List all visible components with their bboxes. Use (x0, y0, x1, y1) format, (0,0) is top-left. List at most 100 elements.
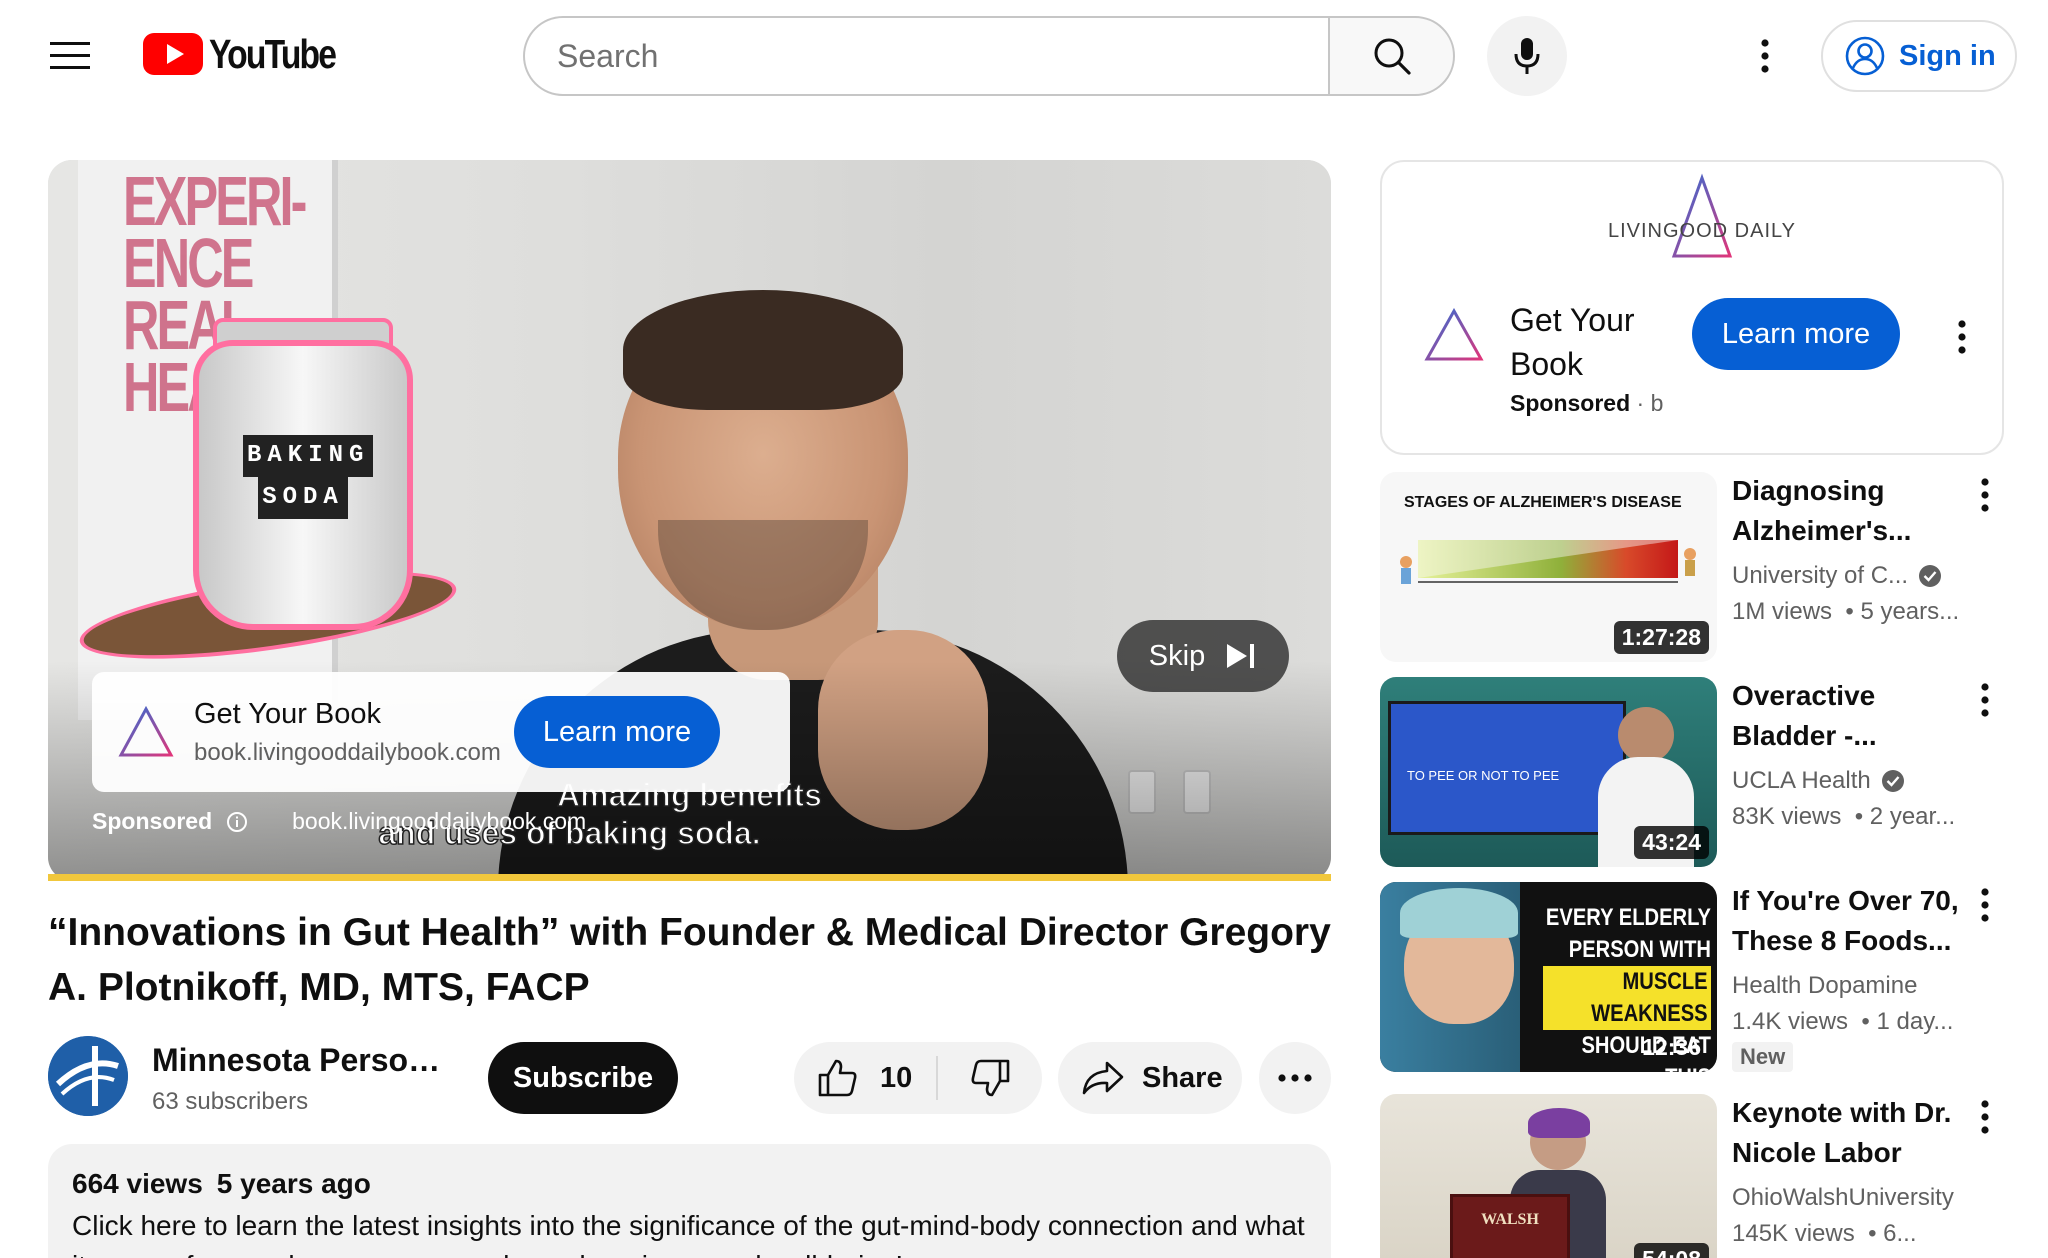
rec-thumbnail[interactable]: EVERY ELDERLY PERSON WITH MUSCLE WEAKNES… (1380, 882, 1717, 1072)
rec-channel[interactable]: Health Dopamine (1732, 972, 1917, 1000)
sidebar-sponsored-suffix: · b (1636, 390, 1664, 416)
rec-thumbnail[interactable]: STAGES OF ALZHEIMER'S DISEASE 1:27:28 (1380, 472, 1717, 662)
rec-channel[interactable]: UCLA Health (1732, 767, 1905, 795)
player-ad-card[interactable]: Get Your Book book.livingooddailybook.co… (92, 672, 790, 792)
rec-channel[interactable]: University of C... (1732, 562, 1942, 590)
sponsored-url[interactable]: book.livingooddailybook.com (292, 808, 586, 835)
rec-age: • 6... (1868, 1220, 1917, 1247)
thumb-line-1: EVERY ELDERLY (1545, 904, 1711, 931)
description-box[interactable]: 664 views 5 years ago Click here to learn… (48, 1144, 1331, 1258)
rec-age: • 5 years... (1845, 598, 1960, 625)
subscriber-count: 63 subscribers (152, 1088, 309, 1115)
sidebar-learn-more-button[interactable]: Learn more (1692, 298, 1900, 370)
rec-views: 145K views (1732, 1220, 1855, 1247)
podium: WALSH (1450, 1194, 1570, 1258)
sidebar-ad-sponsored: Sponsored · b (1510, 390, 1663, 417)
voice-search-button[interactable] (1487, 16, 1567, 96)
skip-ad-button[interactable]: Skip (1117, 620, 1289, 692)
share-icon (1082, 1061, 1124, 1095)
like-dislike-group: 10 (794, 1042, 1042, 1114)
livingood-logo-icon (118, 706, 174, 757)
like-count: 10 (880, 1061, 913, 1094)
subscribe-button[interactable]: Subscribe (488, 1042, 678, 1114)
more-vert-icon (1761, 39, 1769, 73)
rec-channel-name: OhioWalshUniversity (1732, 1184, 1954, 1211)
verified-badge-icon (1919, 565, 1942, 587)
rec-title[interactable]: Keynote with Dr. Nicole Labor (1732, 1093, 1962, 1173)
sponsored-label: Sponsored (92, 808, 213, 834)
doctor-head (1618, 707, 1674, 763)
jar-label-line1: BAKING (243, 435, 374, 477)
youtube-logo-icon (143, 33, 203, 75)
rec-views: 1.4K views (1732, 1008, 1849, 1035)
rec-stats: 1.4K views • 1 day... (1732, 1008, 1953, 1036)
thumb-caption: STAGES OF ALZHEIMER'S DISEASE (1404, 494, 1682, 511)
rec-more-button[interactable] (1965, 675, 2005, 725)
presenter-hair (623, 290, 903, 410)
video-title: “Innovations in Gut Health” with Founder… (48, 911, 1331, 1009)
rec-more-button[interactable] (1965, 470, 2005, 520)
learn-more-button[interactable]: Learn more (514, 696, 720, 768)
dislike-button[interactable] (938, 1059, 1042, 1097)
rec-title[interactable]: If You're Over 70, These 8 Foods... (1732, 881, 1962, 961)
player-sponsored-row: Sponsored book.livingooddailybook.com (92, 808, 586, 835)
rec-stats: 83K views • 2 year... (1732, 803, 1955, 831)
rec-views: 83K views (1732, 803, 1842, 830)
search-input[interactable] (557, 37, 1329, 75)
skip-next-icon (1227, 644, 1255, 668)
podium-logo-text: WALSH (1481, 1211, 1539, 1228)
rec-channel-name: UCLA Health (1732, 767, 1871, 794)
channel-name[interactable]: Minnesota Personalized Medicine (152, 1042, 452, 1079)
thumb-line-2: PERSON WITH (1568, 936, 1711, 963)
rec-age: • 2 year... (1854, 803, 1956, 830)
view-count: 664 views (72, 1168, 203, 1199)
more-actions-button[interactable] (1259, 1042, 1331, 1114)
menu-button[interactable] (40, 26, 100, 86)
rec-more-button[interactable] (1965, 880, 2005, 930)
sidebar-ad-more-button[interactable] (1942, 312, 1982, 362)
channel-avatar[interactable] (48, 1036, 128, 1116)
presentation-screen: TO PEE OR NOT TO PEE (1388, 701, 1626, 835)
ad-progress-bar[interactable] (48, 874, 1331, 881)
info-icon[interactable] (226, 811, 248, 833)
rec-stats: 1M views • 5 years... (1732, 598, 1959, 626)
more-horiz-icon (1278, 1074, 1312, 1082)
rec-thumbnail[interactable]: TO PEE OR NOT TO PEE 43:24 (1380, 677, 1717, 867)
search-icon (1374, 38, 1411, 75)
rec-thumbnail[interactable]: WALSH 54:08 (1380, 1094, 1717, 1258)
brand-name: LIVINGOOD DAILY (1607, 220, 1796, 242)
duration-badge: 12:36 (1642, 1034, 1701, 1060)
rec-title[interactable]: Overactive Bladder -... (1732, 676, 1962, 756)
duration-badge: 54:08 (1634, 1243, 1709, 1258)
rec-channel-name: Health Dopamine (1732, 972, 1918, 999)
settings-more-button[interactable] (1735, 26, 1795, 86)
search-button[interactable] (1328, 16, 1455, 96)
mic-icon (1514, 38, 1540, 74)
stages-chart-graphic (1400, 540, 1696, 584)
youtube-logo[interactable]: YouTube (143, 31, 363, 77)
upload-age: 5 years ago (216, 1168, 371, 1199)
rec-title[interactable]: Diagnosing Alzheimer's... (1732, 471, 1962, 551)
sidebar-ad-card[interactable]: LIVINGOOD DAILY Get Your Book Sponsored … (1380, 160, 2004, 455)
rec-channel[interactable]: OhioWalshUniversity (1732, 1184, 1954, 1212)
description-text: Click here to learn the latest insights … (72, 1210, 1305, 1258)
like-button[interactable]: 10 (794, 1056, 938, 1100)
more-vert-icon (1958, 320, 1966, 354)
search-box[interactable] (523, 16, 1329, 96)
verified-badge-icon (1881, 770, 1904, 792)
rec-channel-name: University of C... (1732, 562, 1909, 589)
jar-label: BAKING SODA (243, 435, 374, 519)
sign-in-label: Sign in (1899, 39, 1996, 72)
account-icon (1845, 36, 1885, 76)
sign-in-button[interactable]: Sign in (1821, 20, 2017, 92)
share-button[interactable]: Share (1058, 1042, 1242, 1114)
rec-views: 1M views (1732, 598, 1833, 625)
ad-card-url: book.livingooddailybook.com (194, 738, 501, 766)
rec-age: • 1 day... (1861, 1008, 1954, 1035)
more-vert-icon (1981, 1100, 1989, 1134)
channel-logo-icon (48, 1036, 128, 1116)
jar-label-line2: SODA (258, 477, 348, 519)
more-vert-icon (1981, 478, 1989, 512)
rec-more-button[interactable] (1965, 1092, 2005, 1142)
ad-card-text: Get Your Book book.livingooddailybook.co… (194, 698, 514, 767)
